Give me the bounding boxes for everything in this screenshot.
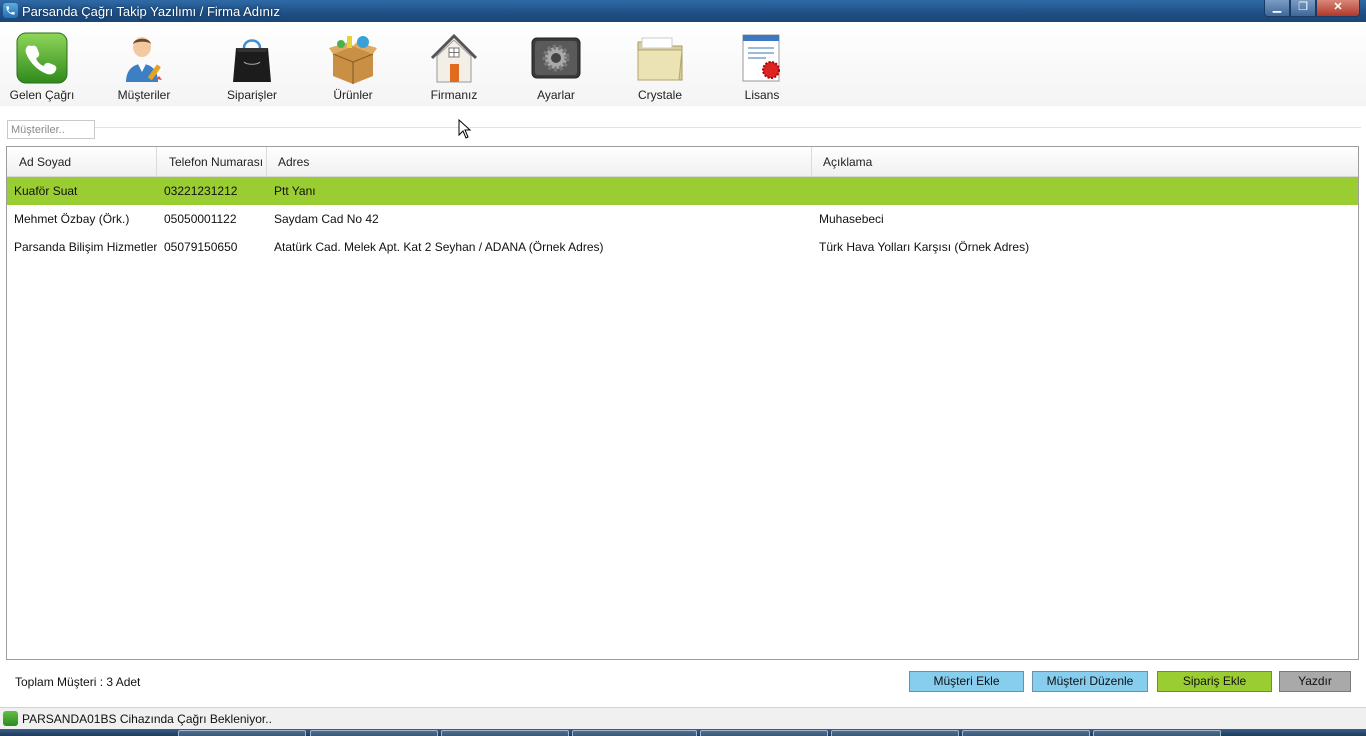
mouse-cursor-icon: [458, 119, 472, 139]
folder-icon: [637, 37, 683, 81]
status-bar: PARSANDA01BS Cihazında Çağrı Bekleniyor.…: [0, 707, 1366, 729]
table-row[interactable]: Parsanda Bilişim Hizmetleri 05079150650 …: [7, 233, 1358, 261]
title-bar: Parsanda Çağrı Takip Yazılımı / Firma Ad…: [0, 0, 1366, 22]
box-icon: [329, 36, 377, 84]
status-phone-icon: [3, 711, 18, 726]
print-button[interactable]: Yazdır: [1279, 671, 1351, 692]
cell-note: Muhasebeci: [819, 212, 884, 226]
cell-note: Türk Hava Yolları Karşısı (Örnek Adres): [819, 240, 1030, 254]
taskbar-item[interactable]: [310, 730, 438, 736]
cell-address: Ptt Yanı: [274, 184, 316, 198]
cell-address: Atatürk Cad. Melek Apt. Kat 2 Seyhan / A…: [274, 240, 604, 254]
phone-icon: [16, 32, 68, 84]
toolbar-settings[interactable]: Ayarlar: [511, 32, 601, 102]
grid-header: Ad Soyad Telefon Numarası Adres Açıklama: [7, 147, 1358, 177]
gear-icon: [531, 37, 581, 79]
minimize-button[interactable]: ▁: [1264, 0, 1290, 17]
main-toolbar: Gelen Çağrı Müşteriler Siparişler Ürünle…: [0, 22, 1366, 106]
toolbar-crystale[interactable]: Crystale: [615, 32, 705, 102]
cell-name: Mehmet Özbay (Örk.): [14, 212, 130, 226]
column-header-phone[interactable]: Telefon Numarası: [157, 147, 267, 177]
add-order-button[interactable]: Sipariş Ekle: [1157, 671, 1272, 692]
app-phone-icon: [3, 3, 18, 18]
cell-phone: 03221231212: [164, 184, 238, 198]
cell-phone: 05079150650: [164, 240, 238, 254]
close-button[interactable]: ✕: [1316, 0, 1360, 17]
toolbar-label: Firmanız: [430, 88, 478, 102]
certificate-icon: [742, 34, 780, 82]
toolbar-label: Ayarlar: [537, 88, 575, 102]
taskbar-item[interactable]: [700, 730, 828, 736]
shopping-bag-icon: [233, 39, 271, 82]
os-taskbar: [0, 729, 1366, 736]
toolbar-label: Lisans: [744, 88, 780, 102]
house-icon: [430, 33, 478, 83]
cell-name: Parsanda Bilişim Hizmetleri: [14, 240, 157, 254]
toolbar-label: Siparişler: [226, 88, 277, 102]
cell-name: Kuaför Suat: [14, 184, 78, 198]
toolbar-label: Gelen Çağrı: [9, 88, 75, 102]
taskbar-item[interactable]: [1093, 730, 1221, 736]
taskbar-item[interactable]: [962, 730, 1090, 736]
table-row[interactable]: Mehmet Özbay (Örk.) 05050001122 Saydam C…: [7, 205, 1358, 233]
taskbar-item[interactable]: [178, 730, 306, 736]
column-header-note[interactable]: Açıklama: [812, 147, 1358, 177]
cell-address: Saydam Cad No 42: [274, 212, 379, 226]
toolbar-products[interactable]: Ürünler: [308, 32, 398, 102]
column-header-address[interactable]: Adres: [267, 147, 812, 177]
taskbar-item[interactable]: [441, 730, 569, 736]
customer-icon: [126, 37, 162, 82]
table-row[interactable]: Kuaför Suat 03221231212 Ptt Yanı: [7, 177, 1358, 205]
toolbar-license[interactable]: Lisans: [717, 32, 807, 102]
toolbar-label: Müşteriler: [117, 88, 171, 102]
customer-search-input[interactable]: [7, 120, 95, 139]
column-header-name[interactable]: Ad Soyad: [7, 147, 157, 177]
window-controls: ▁ ❐ ✕: [1264, 0, 1360, 18]
window-title: Parsanda Çağrı Takip Yazılımı / Firma Ad…: [22, 4, 280, 19]
taskbar-item[interactable]: [572, 730, 697, 736]
cell-phone: 05050001122: [164, 212, 237, 226]
maximize-button[interactable]: ❐: [1290, 0, 1316, 17]
status-text: PARSANDA01BS Cihazında Çağrı Bekleniyor.…: [22, 712, 272, 726]
add-customer-button[interactable]: Müşteri Ekle: [909, 671, 1024, 692]
customer-grid[interactable]: Ad Soyad Telefon Numarası Adres Açıklama…: [6, 146, 1359, 660]
toolbar-customers[interactable]: Müşteriler: [99, 32, 189, 102]
separator: [95, 127, 1361, 128]
edit-customer-button[interactable]: Müşteri Düzenle: [1032, 671, 1148, 692]
toolbar-label: Ürünler: [333, 88, 373, 102]
toolbar-orders[interactable]: Siparişler: [207, 32, 297, 102]
toolbar-label: Crystale: [637, 88, 682, 102]
toolbar-company[interactable]: Firmanız: [409, 32, 499, 102]
customer-total: Toplam Müşteri : 3 Adet: [15, 675, 141, 689]
taskbar-item[interactable]: [831, 730, 959, 736]
toolbar-incoming-call[interactable]: Gelen Çağrı: [0, 32, 87, 102]
